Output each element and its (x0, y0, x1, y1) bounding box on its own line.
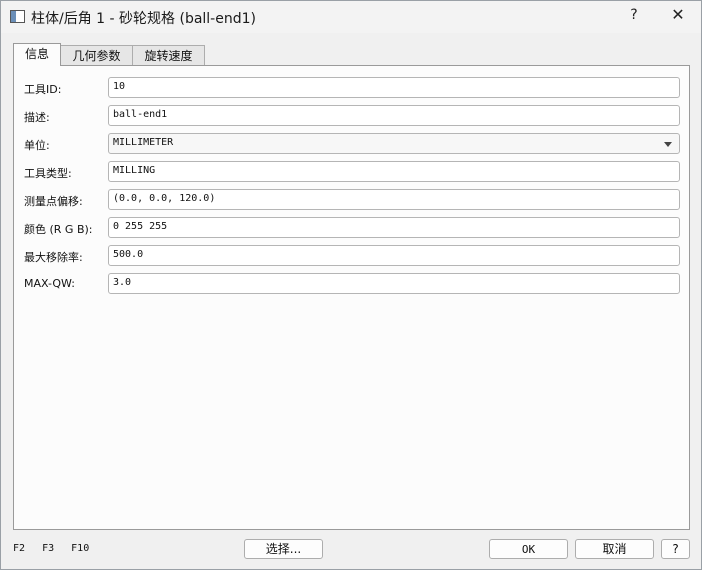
tab-geometry[interactable]: 几何参数 (60, 45, 133, 65)
app-window-icon (10, 10, 25, 23)
close-icon[interactable]: ✕ (669, 5, 687, 24)
tool-id-input[interactable]: 10 (108, 77, 680, 98)
color-rgb-input[interactable]: 0 255 255 (108, 217, 680, 238)
measure-offset-label: 测量点偏移: (24, 195, 83, 208)
color-rgb-label: 颜色 (R G B): (24, 223, 93, 236)
info-panel: 工具ID: 10 描述: ball-end1 单位: MILLIMETER 工具… (13, 65, 690, 530)
field-row-tool-id: 工具ID: 10 (14, 77, 691, 99)
ok-button[interactable]: OK (489, 539, 568, 559)
help-button[interactable]: ? (661, 539, 690, 559)
tool-type-input[interactable]: MILLING (108, 161, 680, 182)
fkey-f2: F2 (13, 543, 26, 554)
max-qw-input[interactable]: 3.0 (108, 273, 680, 294)
tab-rotation-speed[interactable]: 旋转速度 (132, 45, 205, 65)
max-removal-rate-label: 最大移除率: (24, 251, 83, 264)
field-row-description: 描述: ball-end1 (14, 105, 691, 127)
fkey-f3: F3 (42, 543, 55, 554)
description-label: 描述: (24, 111, 50, 124)
fkey-f10: F10 (71, 543, 90, 554)
field-row-measure-offset: 测量点偏移: (0.0, 0.0, 120.0) (14, 189, 691, 211)
field-row-color-rgb: 颜色 (R G B): 0 255 255 (14, 217, 691, 239)
field-row-max-qw: MAX-QW: 3.0 (14, 273, 691, 295)
field-row-max-removal-rate: 最大移除率: 500.0 (14, 245, 691, 267)
title-bar[interactable]: 柱体/后角 1 - 砂轮规格 (ball-end1) ? ✕ (1, 1, 701, 33)
select-button[interactable]: 选择... (244, 539, 323, 559)
cancel-button[interactable]: 取消 (575, 539, 654, 559)
chevron-down-icon[interactable] (664, 142, 672, 147)
unit-label: 单位: (24, 139, 50, 152)
description-input[interactable]: ball-end1 (108, 105, 680, 126)
tool-type-label: 工具类型: (24, 167, 72, 180)
field-row-unit: 单位: MILLIMETER (14, 133, 691, 155)
field-row-tool-type: 工具类型: MILLING (14, 161, 691, 183)
window-title: 柱体/后角 1 - 砂轮规格 (ball-end1) (31, 11, 256, 27)
unit-select-value: MILLIMETER (113, 137, 174, 148)
button-bar: F2 F3 F10 选择... OK 取消 ? (1, 537, 702, 561)
measure-offset-input[interactable]: (0.0, 0.0, 120.0) (108, 189, 680, 210)
help-title-button[interactable]: ? (627, 7, 641, 23)
max-qw-label: MAX-QW: (24, 277, 75, 290)
tool-id-label: 工具ID: (24, 83, 62, 96)
dialog-window: 柱体/后角 1 - 砂轮规格 (ball-end1) ? ✕ 信息 几何参数 旋… (0, 0, 702, 570)
max-removal-rate-input[interactable]: 500.0 (108, 245, 680, 266)
tab-info[interactable]: 信息 (13, 43, 61, 66)
unit-select[interactable]: MILLIMETER (108, 133, 680, 154)
function-key-hints: F2 F3 F10 (13, 543, 100, 554)
